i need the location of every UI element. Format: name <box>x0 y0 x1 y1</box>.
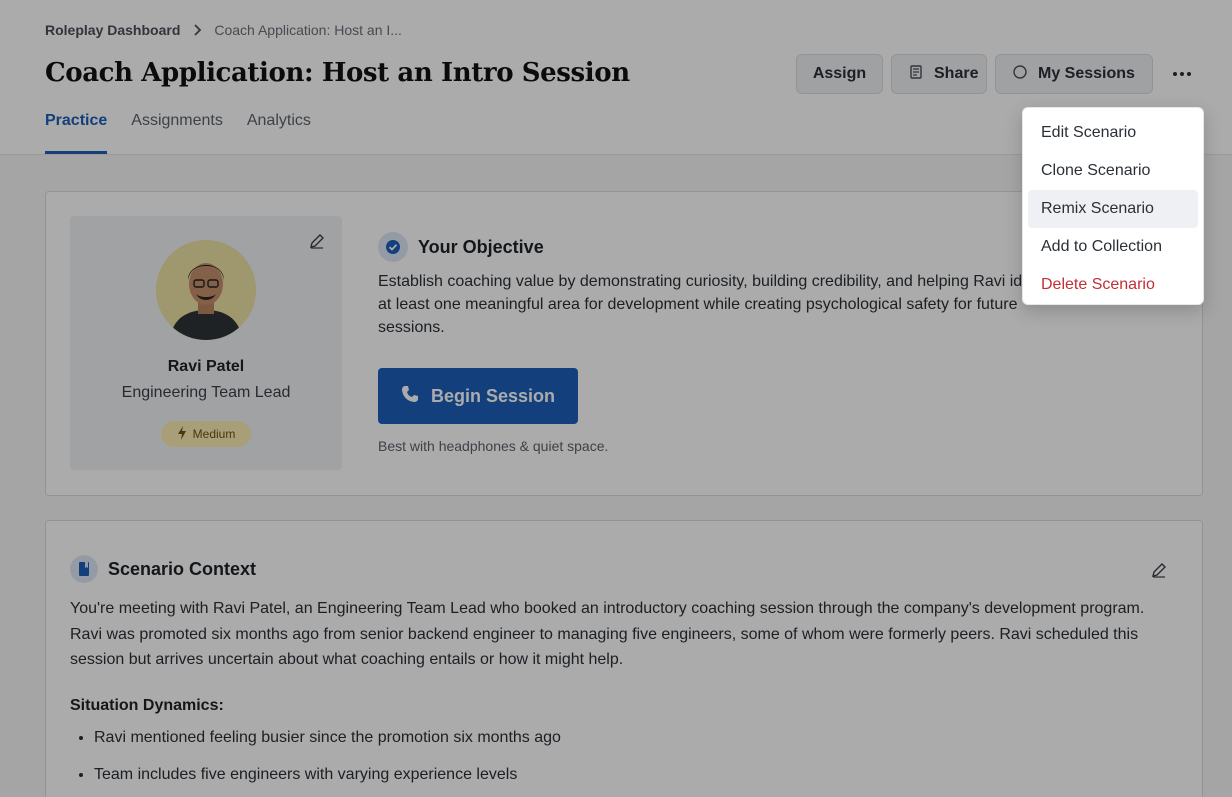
menu-item-remix-scenario[interactable]: Remix Scenario <box>1028 190 1198 228</box>
page: Roleplay Dashboard Coach Application: Ho… <box>0 0 1232 797</box>
menu-item-edit-scenario[interactable]: Edit Scenario <box>1028 114 1198 152</box>
menu-item-clone-scenario[interactable]: Clone Scenario <box>1028 152 1198 190</box>
scenario-options-menu: Edit Scenario Clone Scenario Remix Scena… <box>1022 107 1204 305</box>
menu-item-add-to-collection[interactable]: Add to Collection <box>1028 228 1198 266</box>
menu-item-delete-scenario[interactable]: Delete Scenario <box>1028 266 1198 304</box>
